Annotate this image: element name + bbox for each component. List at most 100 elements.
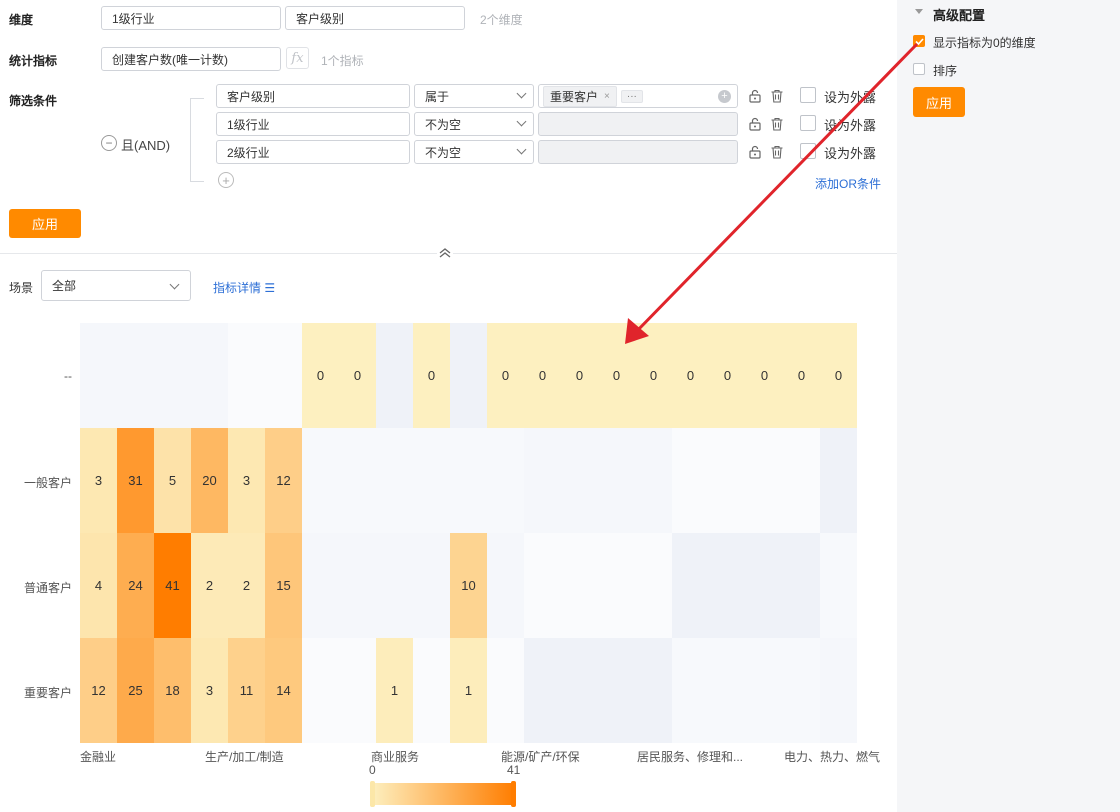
heatmap-cell[interactable]: 12 bbox=[80, 638, 117, 743]
heatmap-cell[interactable]: 24 bbox=[117, 533, 154, 638]
heatmap-cell[interactable]: 0 bbox=[487, 323, 524, 428]
heatmap-cell[interactable]: 11 bbox=[228, 638, 265, 743]
add-or-condition-link[interactable]: 添加OR条件 bbox=[815, 175, 881, 192]
heatmap-cell[interactable]: 12 bbox=[265, 428, 302, 533]
x-axis-label: 金融业 bbox=[80, 750, 117, 764]
chevron-down-icon bbox=[169, 279, 180, 290]
scene-label: 场景 bbox=[9, 281, 34, 295]
heatmap-bg bbox=[524, 428, 672, 533]
caret-down-icon[interactable] bbox=[915, 9, 923, 14]
metric-detail-label: 指标详情 bbox=[213, 281, 262, 295]
heatmap-cell[interactable]: 31 bbox=[117, 428, 154, 533]
heatmap-bg bbox=[524, 638, 672, 743]
and-label: 且(AND) bbox=[121, 138, 171, 153]
heatmap-cell[interactable]: 14 bbox=[265, 638, 302, 743]
heatmap-bg bbox=[820, 428, 857, 533]
x-axis-label: 商业服务 bbox=[371, 750, 420, 764]
heatmap-cell[interactable]: 0 bbox=[561, 323, 598, 428]
filter-field-3[interactable]: 2级行业 bbox=[216, 140, 410, 164]
heatmap-cell[interactable]: 20 bbox=[191, 428, 228, 533]
tag-close-icon[interactable]: × bbox=[604, 91, 610, 102]
filter-op-3-label: 不为空 bbox=[425, 145, 462, 160]
trash-icon[interactable] bbox=[770, 117, 784, 131]
collapse-icon[interactable]: − bbox=[101, 135, 117, 151]
expose-checkbox[interactable] bbox=[800, 87, 816, 103]
heatmap-bg bbox=[672, 428, 820, 533]
and-bracket bbox=[190, 98, 204, 182]
filter-field-2[interactable]: 1级行业 bbox=[216, 112, 410, 136]
heatmap-bg bbox=[524, 533, 672, 638]
chevron-down-icon bbox=[516, 144, 527, 155]
filter-value-2 bbox=[538, 112, 738, 136]
heatmap-cell[interactable]: 41 bbox=[154, 533, 191, 638]
scale-handle-max[interactable] bbox=[511, 781, 516, 807]
filter-label: 筛选条件 bbox=[9, 94, 58, 108]
show-zero-checkbox[interactable] bbox=[913, 35, 925, 47]
more-tags[interactable]: ··· bbox=[620, 89, 643, 103]
lock-icon[interactable] bbox=[748, 145, 762, 159]
heatmap-cell[interactable]: 18 bbox=[154, 638, 191, 743]
sort-checkbox[interactable] bbox=[913, 63, 925, 75]
trash-icon[interactable] bbox=[770, 145, 784, 159]
add-condition-icon[interactable]: + bbox=[218, 172, 234, 188]
row-label: 普通客户 bbox=[23, 580, 72, 595]
x-axis-label: 电力、热力、燃气 bbox=[784, 750, 881, 764]
heatmap-cell[interactable]: 3 bbox=[191, 638, 228, 743]
expose-checkbox[interactable] bbox=[800, 115, 816, 131]
scene-select[interactable]: 全部 bbox=[41, 270, 191, 301]
heatmap-cell[interactable]: 5 bbox=[154, 428, 191, 533]
heatmap-cell[interactable]: 0 bbox=[635, 323, 672, 428]
metric-field[interactable]: 创建客户数(唯一计数) bbox=[101, 47, 281, 71]
filter-op-3[interactable]: 不为空 bbox=[414, 140, 534, 164]
dimension-field-1[interactable]: 1级行业 bbox=[101, 6, 281, 30]
heatmap-cell[interactable]: 0 bbox=[820, 323, 857, 428]
metric-count: 1个指标 bbox=[321, 54, 364, 68]
heatmap-cell[interactable]: 2 bbox=[191, 533, 228, 638]
formula-icon[interactable]: fx bbox=[286, 47, 309, 69]
scene-select-label: 全部 bbox=[52, 279, 77, 293]
filter-op-1[interactable]: 属于 bbox=[414, 84, 534, 108]
expose-label: 设为外露 bbox=[824, 90, 877, 105]
heatmap-cell[interactable]: 0 bbox=[783, 323, 820, 428]
dimension-field-2[interactable]: 客户级别 bbox=[285, 6, 465, 30]
heatmap-cell[interactable]: 4 bbox=[80, 533, 117, 638]
heatmap-cell[interactable]: 1 bbox=[376, 638, 413, 743]
heatmap-cell[interactable]: 0 bbox=[339, 323, 376, 428]
heatmap-cell[interactable]: 25 bbox=[117, 638, 154, 743]
scale-handle-min[interactable] bbox=[370, 781, 375, 807]
heatmap-cell[interactable]: 0 bbox=[598, 323, 635, 428]
heatmap-cell[interactable]: 3 bbox=[80, 428, 117, 533]
heatmap-cell[interactable]: 0 bbox=[709, 323, 746, 428]
heatmap-bg bbox=[672, 638, 820, 743]
heatmap-cell[interactable]: 2 bbox=[228, 533, 265, 638]
collapse-up-icon[interactable] bbox=[437, 246, 453, 260]
advanced-config-title: 高级配置 bbox=[933, 8, 986, 23]
heatmap-cell[interactable]: 10 bbox=[450, 533, 487, 638]
add-value-icon[interactable]: + bbox=[718, 90, 731, 103]
heatmap-cell[interactable]: 15 bbox=[265, 533, 302, 638]
heatmap-cell[interactable]: 1 bbox=[450, 638, 487, 743]
trash-icon[interactable] bbox=[770, 89, 784, 103]
heatmap-cell[interactable]: 3 bbox=[228, 428, 265, 533]
heatmap-cell[interactable]: 0 bbox=[672, 323, 709, 428]
filter-op-2[interactable]: 不为空 bbox=[414, 112, 534, 136]
expose-checkbox[interactable] bbox=[800, 143, 816, 159]
lock-icon[interactable] bbox=[748, 117, 762, 131]
row-label: -- bbox=[64, 368, 72, 383]
heatmap-bg bbox=[672, 533, 820, 638]
filter-field-1[interactable]: 客户级别 bbox=[216, 84, 410, 108]
lock-icon[interactable] bbox=[748, 89, 762, 103]
heatmap-cell[interactable]: 0 bbox=[302, 323, 339, 428]
metric-detail-link[interactable]: 指标详情 ☰ bbox=[213, 279, 275, 296]
heatmap-cell[interactable]: 0 bbox=[746, 323, 783, 428]
heatmap-cell[interactable]: 0 bbox=[524, 323, 561, 428]
heatmap-bg bbox=[228, 323, 302, 428]
side-apply-button[interactable]: 应用 bbox=[913, 87, 965, 117]
list-icon: ☰ bbox=[264, 281, 276, 295]
heatmap-cell[interactable]: 0 bbox=[413, 323, 450, 428]
filter-value-1[interactable]: 重要客户 × ··· + bbox=[538, 84, 738, 108]
chevron-down-icon bbox=[516, 116, 527, 127]
filter-op-1-label: 属于 bbox=[425, 89, 450, 104]
apply-button[interactable]: 应用 bbox=[9, 209, 81, 238]
filter-value-3 bbox=[538, 140, 738, 164]
